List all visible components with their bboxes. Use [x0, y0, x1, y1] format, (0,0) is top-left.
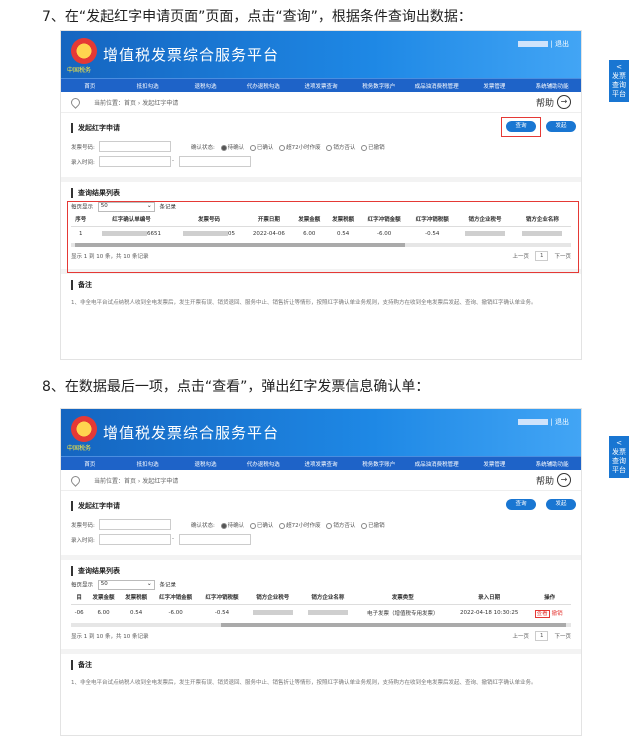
user-name [518, 419, 549, 425]
page-number-button[interactable]: 1 [534, 631, 549, 641]
invoice-number-input[interactable] [99, 519, 171, 530]
tax-emblem-icon [71, 38, 97, 64]
chevron-down-icon: ⌄ [146, 580, 152, 587]
status-radio-denied[interactable] [326, 144, 333, 151]
nav-item-digital-account[interactable]: 税务数字账户 [350, 460, 408, 468]
apply-button[interactable]: 发起 [546, 121, 576, 132]
nav-item-deduction[interactable]: 抵扣勾选 [119, 82, 177, 90]
breadcrumb: 当前位置：首页 › 发起红字申请 帮助 → [61, 470, 581, 491]
status-radio-expired[interactable] [279, 522, 286, 529]
step-8-heading: 8、在数据最后一项，点击“查看”，弹出红字发票信息确认单： [42, 379, 430, 395]
apply-button[interactable]: 发起 [546, 499, 576, 510]
user-name [518, 41, 549, 47]
entry-time-start[interactable] [99, 156, 171, 167]
nav-item-system[interactable]: 系统辅助功能 [523, 460, 581, 468]
table-row[interactable]: -06 6.00 0.54 -6.00 -0.54 电子发票（增值税专用发票） … [71, 605, 571, 622]
status-radio-revoked[interactable] [361, 144, 368, 151]
notes-section-title: 备注 [71, 280, 571, 290]
nav-item-agent-refund[interactable]: 代办退税勾选 [234, 460, 292, 468]
status-radio-denied[interactable] [326, 522, 333, 529]
screenshot-query: 中国税务 增值税发票综合服务平台 | 退出 首页 抵扣勾选 退税勾选 代办退税勾… [60, 30, 582, 360]
help-button[interactable]: 帮助 → [536, 473, 571, 487]
emblem-text: 中国税务 [67, 67, 92, 74]
platform-header: 中国税务 增值税发票综合服务平台 | 退出 [61, 31, 581, 78]
nav-item-deduction[interactable]: 抵扣勾选 [119, 460, 177, 468]
results-table-scrolled: 目 发票金额 发票税额 红字冲销金额 红字冲销税额 销方企业税号 销方企业名称 … [71, 590, 571, 621]
emblem-text: 中国税务 [67, 445, 92, 452]
breadcrumb: 当前位置：首页 › 发起红字申请 帮助 → [61, 92, 581, 113]
apply-section-title: 发起红字申请 [71, 501, 571, 511]
arrow-right-icon: → [557, 473, 571, 487]
status-radio-expired[interactable] [279, 144, 286, 151]
invoice-number-input[interactable] [99, 141, 171, 152]
pagination: 显示 1 到 10 条，共 10 条记录 上一页 1 下一页 [71, 631, 571, 641]
user-bar: | 退出 [518, 39, 569, 49]
side-tab-invoice-query[interactable]: < 发票查询平台 [609, 436, 629, 478]
side-tab-invoice-query[interactable]: < 发票查询平台 [609, 60, 629, 102]
user-bar: | 退出 [518, 417, 569, 427]
query-button[interactable]: 查询 [506, 499, 536, 510]
logout-link[interactable]: 退出 [555, 40, 569, 48]
results-section-title: 查询结果列表 [71, 188, 571, 198]
platform-title: 增值税发票综合服务平台 [103, 46, 280, 64]
nav-item-input-query[interactable]: 进项发票查询 [292, 460, 350, 468]
results-section-title: 查询结果列表 [71, 566, 571, 576]
status-radio-revoked[interactable] [361, 522, 368, 529]
platform-header: 中国税务 增值税发票综合服务平台 | 退出 [61, 409, 581, 456]
help-button[interactable]: 帮助 → [536, 95, 571, 109]
tax-emblem-icon [71, 416, 97, 442]
entry-time-start[interactable] [99, 534, 171, 545]
nav-item-home[interactable]: 首页 [61, 82, 119, 90]
notes-text: 1、非全电平台试点纳税人收到全电发票后，发生开票有误、销货退回、服务中止、销售折… [71, 680, 537, 686]
horizontal-scrollbar[interactable] [71, 243, 571, 247]
screenshot-view: 中国税务 增值税发票综合服务平台 | 退出 首页 抵扣勾选 退税勾选 代办退税勾… [60, 408, 582, 736]
status-radio-pending[interactable] [220, 522, 227, 529]
view-link[interactable]: 查看 [534, 610, 550, 618]
notes-text: 1、非全电平台试点纳税人收到全电发票后，发生开票有误、销货退回、服务中止、销售折… [71, 300, 537, 306]
nav-item-invoice-mgmt[interactable]: 发票管理 [465, 82, 523, 90]
entry-time-end[interactable] [179, 156, 251, 167]
apply-section-title: 发起红字申请 [71, 123, 571, 133]
per-page-select[interactable]: 50 ⌄ [97, 202, 155, 212]
main-nav: 首页 抵扣勾选 退税勾选 代办退税勾选 进项发票查询 税务数字账户 成品油消费税… [61, 78, 581, 92]
nav-item-invoice-mgmt[interactable]: 发票管理 [465, 460, 523, 468]
chevron-down-icon: ⌄ [146, 202, 152, 209]
prev-page-button[interactable]: 上一页 [512, 632, 529, 640]
status-radio-pending[interactable] [220, 144, 227, 151]
step-7-heading: 7、在“发起红字申请页面”页面，点击“查询”，根据条件查询出数据： [42, 9, 472, 25]
arrow-right-icon: → [557, 95, 571, 109]
nav-item-refund[interactable]: 退税勾选 [177, 460, 235, 468]
location-pin-icon [69, 473, 82, 487]
next-page-button[interactable]: 下一页 [554, 632, 571, 640]
undo-link[interactable]: 撤销 [552, 611, 563, 617]
nav-item-system[interactable]: 系统辅助功能 [523, 82, 581, 90]
status-radio-confirmed[interactable] [249, 522, 256, 529]
platform-title: 增值税发票综合服务平台 [103, 424, 280, 442]
nav-item-refund[interactable]: 退税勾选 [177, 82, 235, 90]
status-radio-confirmed[interactable] [249, 144, 256, 151]
nav-item-home[interactable]: 首页 [61, 460, 119, 468]
per-page-select[interactable]: 50 ⌄ [97, 580, 155, 590]
logout-link[interactable]: 退出 [555, 418, 569, 426]
nav-item-oil-tax[interactable]: 成品油消费税管理 [408, 82, 466, 90]
notes-section-title: 备注 [71, 660, 571, 670]
nav-item-agent-refund[interactable]: 代办退税勾选 [234, 82, 292, 90]
nav-item-digital-account[interactable]: 税务数字账户 [350, 82, 408, 90]
highlight-query [501, 117, 541, 137]
entry-time-end[interactable] [179, 534, 251, 545]
location-pin-icon [69, 95, 82, 109]
horizontal-scrollbar[interactable] [71, 623, 571, 627]
main-nav: 首页 抵扣勾选 退税勾选 代办退税勾选 进项发票查询 税务数字账户 成品油消费税… [61, 456, 581, 470]
nav-item-oil-tax[interactable]: 成品油消费税管理 [408, 460, 466, 468]
nav-item-input-query[interactable]: 进项发票查询 [292, 82, 350, 90]
